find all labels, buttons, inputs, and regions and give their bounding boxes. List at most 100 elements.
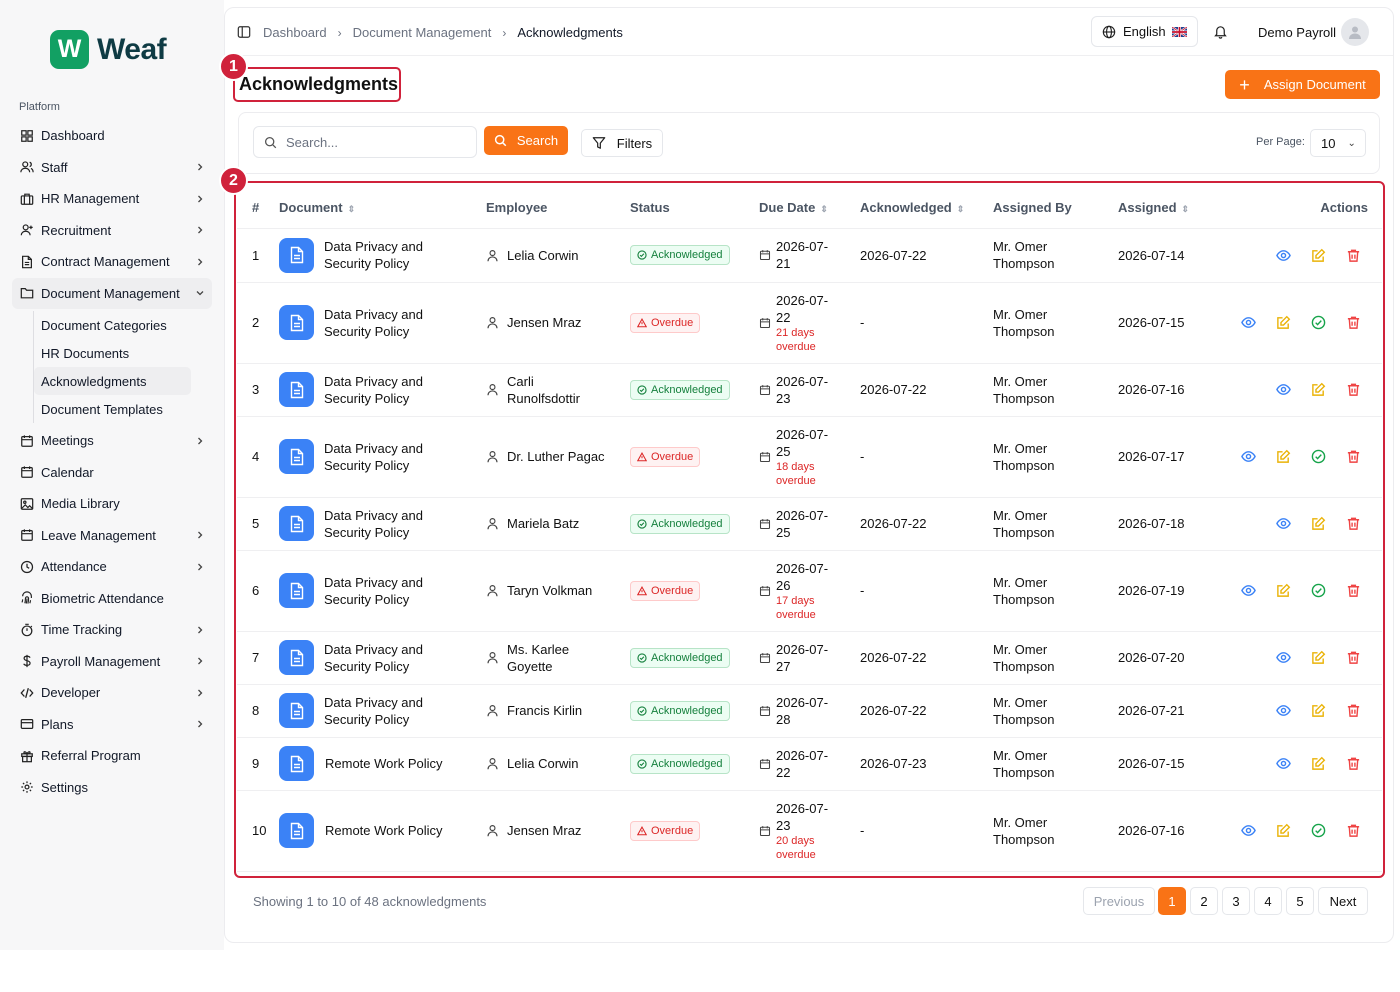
sidebar-item-calendar[interactable]: Calendar [12,457,212,489]
view-icon[interactable] [1275,649,1292,666]
page-5-button[interactable]: 5 [1286,887,1314,915]
mark-acknowledged-icon[interactable] [1310,582,1327,599]
sidebar-item-attendance[interactable]: Attendance [12,551,212,583]
document-link[interactable]: Data Privacy and Security Policy [279,506,486,541]
previous-page-button[interactable]: Previous [1083,887,1155,915]
sidebar-item-contract-management[interactable]: Contract Management [12,246,212,278]
sidebar-item-developer[interactable]: Developer [12,677,212,709]
document-link[interactable]: Data Privacy and Security Policy [279,237,486,273]
check-circle-icon [637,652,651,663]
document-icon [279,693,314,728]
per-page-select[interactable]: 10 ⌄ [1310,129,1366,157]
edit-icon[interactable] [1310,649,1327,666]
view-icon[interactable] [1275,381,1292,398]
edit-icon[interactable] [1310,381,1327,398]
column-header-acknowledged[interactable]: Acknowledged ⇕ [860,188,993,229]
view-icon[interactable] [1275,755,1292,772]
employee-cell: Taryn Volkman [486,550,630,632]
document-link[interactable]: Remote Work Policy [279,746,486,781]
assign-document-button[interactable]: + Assign Document [1225,70,1380,99]
sidebar-toggle-icon[interactable] [237,25,251,39]
language-button[interactable]: English [1091,16,1198,47]
document-cell: Remote Work Policy [279,790,486,872]
view-icon[interactable] [1275,247,1292,264]
delete-icon[interactable] [1345,448,1362,465]
sidebar-item-label: Referral Program [41,748,141,764]
column-header-document[interactable]: Document ⇕ [279,188,486,229]
delete-icon[interactable] [1345,515,1362,532]
status-badge: Acknowledged [630,245,730,265]
sidebar-item-dashboard[interactable]: Dashboard [12,120,212,152]
sidebar-subitem-hr-documents[interactable]: HR Documents [34,339,191,367]
sidebar-item-meetings[interactable]: Meetings [12,425,212,457]
delete-icon[interactable] [1345,247,1362,264]
sidebar-item-leave-management[interactable]: Leave Management [12,520,212,552]
delete-icon[interactable] [1345,702,1362,719]
sidebar-item-biometric-attendance[interactable]: Biometric Attendance [12,583,212,615]
acknowledged-date: 2026-07-22 [860,363,993,417]
delete-icon[interactable] [1345,381,1362,398]
document-link[interactable]: Remote Work Policy [279,813,486,848]
avatar[interactable] [1341,18,1369,46]
sidebar-subitem-acknowledgments[interactable]: Acknowledgments [34,367,191,395]
view-icon[interactable] [1240,822,1257,839]
sidebar-item-document-management[interactable]: Document Management [12,277,212,309]
breadcrumb-dashboard[interactable]: Dashboard [263,25,327,40]
brand-logo[interactable]: W Weaf [50,30,167,69]
user-name[interactable]: Demo Payroll [1258,25,1336,40]
status-cell: Acknowledged [630,631,759,685]
edit-icon[interactable] [1275,582,1292,599]
view-icon[interactable] [1275,702,1292,719]
page-4-button[interactable]: 4 [1254,887,1282,915]
delete-icon[interactable] [1345,582,1362,599]
delete-icon[interactable] [1345,755,1362,772]
search-input[interactable] [286,134,466,150]
page-1-button[interactable]: 1 [1158,887,1186,915]
sidebar-item-referral-program[interactable]: Referral Program [12,740,212,772]
page-3-button[interactable]: 3 [1222,887,1250,915]
document-link[interactable]: Data Privacy and Security Policy [279,640,486,675]
column-header-due-date[interactable]: Due Date ⇕ [759,188,860,229]
edit-icon[interactable] [1310,515,1327,532]
view-icon[interactable] [1240,314,1257,331]
sidebar-item-settings[interactable]: Settings [12,772,212,804]
delete-icon[interactable] [1345,822,1362,839]
sidebar-subitem-document-categories[interactable]: Document Categories [34,311,191,339]
bell-icon[interactable] [1213,24,1228,39]
view-icon[interactable] [1240,582,1257,599]
sidebar-item-plans[interactable]: Plans [12,709,212,741]
sidebar-item-staff[interactable]: Staff [12,152,212,184]
edit-icon[interactable] [1275,314,1292,331]
delete-icon[interactable] [1345,314,1362,331]
view-icon[interactable] [1275,515,1292,532]
delete-icon[interactable] [1345,649,1362,666]
sidebar-item-time-tracking[interactable]: Time Tracking [12,614,212,646]
mark-acknowledged-icon[interactable] [1310,448,1327,465]
view-icon[interactable] [1240,448,1257,465]
edit-icon[interactable] [1310,755,1327,772]
mark-acknowledged-icon[interactable] [1310,822,1327,839]
search-button[interactable]: Search [484,126,568,155]
mark-acknowledged-icon[interactable] [1310,314,1327,331]
sidebar-item-recruitment[interactable]: Recruitment [12,215,212,247]
due-date-stack: 2026-07-25 [776,507,836,541]
column-header-assigned[interactable]: Assigned ⇕ [1118,188,1208,229]
edit-icon[interactable] [1310,247,1327,264]
sidebar-item-payroll-management[interactable]: Payroll Management [12,646,212,678]
document-link[interactable]: Data Privacy and Security Policy [279,372,486,407]
edit-icon[interactable] [1275,448,1292,465]
sidebar-subitem-document-templates[interactable]: Document Templates [34,395,191,423]
filters-button[interactable]: Filters [581,129,663,157]
document-link[interactable]: Data Privacy and Security Policy [279,693,486,728]
edit-icon[interactable] [1275,822,1292,839]
breadcrumb-document-management[interactable]: Document Management [353,25,492,40]
sidebar-item-hr-management[interactable]: HR Management [12,183,212,215]
page-2-button[interactable]: 2 [1190,887,1218,915]
document-link[interactable]: Data Privacy and Security Policy [279,305,486,340]
search-field[interactable] [253,126,477,158]
next-page-button[interactable]: Next [1318,887,1368,915]
document-link[interactable]: Data Privacy and Security Policy [279,573,486,608]
edit-icon[interactable] [1310,702,1327,719]
document-link[interactable]: Data Privacy and Security Policy [279,439,486,474]
sidebar-item-media-library[interactable]: Media Library [12,488,212,520]
